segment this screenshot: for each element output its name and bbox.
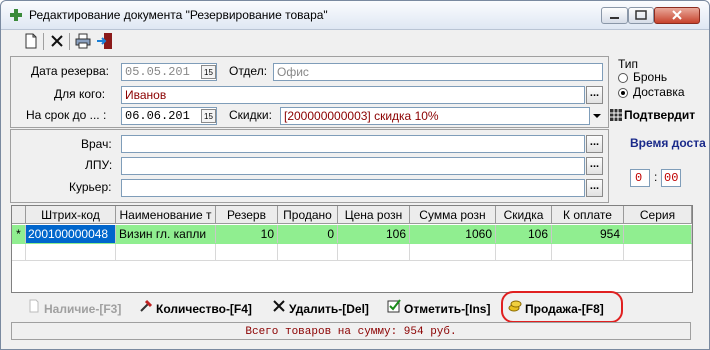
table-row[interactable] bbox=[12, 244, 692, 261]
column-header[interactable]: Резерв bbox=[216, 206, 278, 224]
price-cell[interactable]: 106 bbox=[338, 225, 410, 243]
calendar-icon[interactable]: 15 bbox=[201, 65, 216, 79]
courier-label: Курьер: bbox=[69, 180, 112, 194]
document-window: Редактирование документа "Резервирование… bbox=[0, 0, 710, 350]
sum-cell[interactable] bbox=[410, 244, 496, 261]
for-whom-ellipsis-button[interactable]: ... bbox=[586, 86, 603, 104]
to-pay-cell[interactable]: 954 bbox=[552, 225, 624, 243]
price-cell[interactable] bbox=[338, 244, 410, 261]
delivery-radio[interactable] bbox=[618, 88, 628, 98]
discount-label: Скидки: bbox=[229, 108, 272, 122]
table-row[interactable]: * 200100000048 Визин гл. капли 10 0 106 … bbox=[12, 225, 692, 244]
type-label: Тип bbox=[618, 57, 639, 71]
mark-button[interactable]: Отметить-[Ins] bbox=[387, 299, 490, 317]
availability-button-label: Наличие-[F3] bbox=[44, 302, 122, 316]
name-cell[interactable]: Визин гл. капли bbox=[116, 225, 216, 243]
barcode-cell[interactable]: 200100000048 bbox=[26, 225, 116, 243]
column-header[interactable]: Скидка bbox=[496, 206, 552, 224]
booking-radio-label[interactable]: Бронь bbox=[633, 70, 667, 84]
mark-button-label: Отметить-[Ins] bbox=[404, 302, 491, 316]
sold-cell[interactable] bbox=[278, 244, 338, 261]
calendar-icon[interactable]: 15 bbox=[201, 109, 216, 123]
sum-cell[interactable]: 1060 bbox=[410, 225, 496, 243]
reserve-cell[interactable] bbox=[216, 244, 278, 261]
window-title: Редактирование документа "Резервирование… bbox=[29, 8, 328, 22]
hammer-icon bbox=[140, 299, 153, 312]
reserve-date-label: Дата резерва: bbox=[31, 64, 109, 78]
quantity-button[interactable]: Количество-[F4] bbox=[139, 299, 252, 317]
column-header[interactable]: Штрих-код bbox=[26, 206, 116, 224]
lpu-label: ЛПУ: bbox=[85, 158, 113, 172]
courier-ellipsis-button[interactable]: ... bbox=[586, 179, 603, 197]
toolbar-separator bbox=[43, 33, 44, 50]
discount-cell[interactable]: 106 bbox=[496, 225, 552, 243]
doctor-label: Врач: bbox=[81, 137, 112, 151]
column-header[interactable]: К оплате bbox=[552, 206, 624, 224]
quantity-button-label: Количество-[F4] bbox=[156, 302, 252, 316]
courier-field[interactable] bbox=[121, 179, 585, 197]
delete-button[interactable]: Удалить-[Del] bbox=[272, 299, 369, 317]
title-bar[interactable]: Редактирование документа "Резервирование… bbox=[1, 1, 709, 30]
row-marker bbox=[12, 244, 26, 261]
delivery-minutes-field[interactable]: 00 bbox=[661, 169, 681, 187]
maximize-button[interactable] bbox=[628, 7, 654, 24]
discount-select[interactable]: [200000000003] скидка 10% bbox=[280, 107, 590, 125]
goods-table[interactable]: Штрих-код Наименование т Резерв Продано … bbox=[11, 205, 693, 293]
for-whom-label: Для кого: bbox=[54, 87, 106, 101]
series-cell[interactable] bbox=[624, 244, 692, 261]
doctor-field[interactable] bbox=[121, 135, 585, 153]
barcode-cell[interactable] bbox=[26, 244, 116, 261]
confirm-label[interactable]: Подтвердит bbox=[624, 108, 695, 122]
chevron-down-icon[interactable] bbox=[591, 107, 603, 125]
minimize-icon bbox=[610, 17, 619, 19]
printer-icon[interactable] bbox=[73, 31, 93, 51]
close-button[interactable] bbox=[654, 7, 700, 24]
lpu-ellipsis-button[interactable]: ... bbox=[586, 157, 603, 175]
minimize-button[interactable] bbox=[601, 7, 628, 24]
grid-icon bbox=[610, 109, 622, 121]
document-icon[interactable] bbox=[21, 31, 41, 51]
column-header[interactable]: Продано bbox=[278, 206, 338, 224]
column-header[interactable]: Сумма розн bbox=[410, 206, 496, 224]
status-bar: Всего товаров на сумму: 954 руб. bbox=[11, 322, 691, 340]
delivery-time-label: Время доста bbox=[630, 136, 706, 150]
maximize-icon bbox=[635, 10, 647, 20]
reserve-cell[interactable]: 10 bbox=[216, 225, 278, 243]
column-header[interactable]: Цена розн bbox=[338, 206, 410, 224]
for-whom-field[interactable]: Иванов bbox=[121, 86, 585, 104]
x-icon bbox=[273, 300, 285, 312]
discount-cell[interactable] bbox=[496, 244, 552, 261]
delete-button-label: Удалить-[Del] bbox=[289, 302, 369, 316]
time-separator: : bbox=[654, 170, 658, 184]
close-icon bbox=[672, 10, 682, 20]
delivery-radio-label[interactable]: Доставка bbox=[633, 85, 685, 99]
column-header[interactable]: Наименование т bbox=[116, 206, 216, 224]
checklist-icon bbox=[387, 299, 401, 313]
to-pay-cell[interactable] bbox=[552, 244, 624, 261]
doctor-ellipsis-button[interactable]: ... bbox=[586, 135, 603, 153]
app-cross-icon bbox=[10, 9, 22, 21]
document-icon bbox=[29, 299, 39, 313]
row-marker: * bbox=[12, 225, 26, 243]
availability-button[interactable]: Наличие-[F3] bbox=[27, 299, 121, 317]
name-cell[interactable] bbox=[116, 244, 216, 261]
series-cell[interactable] bbox=[624, 225, 692, 243]
sold-cell[interactable]: 0 bbox=[278, 225, 338, 243]
row-indicator-header bbox=[12, 206, 26, 224]
column-header[interactable]: Серия bbox=[624, 206, 692, 224]
exit-door-icon[interactable] bbox=[95, 31, 115, 51]
department-field[interactable]: Офис bbox=[273, 63, 603, 81]
department-label: Отдел: bbox=[229, 64, 268, 78]
term-label: На срок до ... : bbox=[26, 108, 107, 122]
lpu-field[interactable] bbox=[121, 157, 585, 175]
delivery-hours-field[interactable]: 0 bbox=[630, 169, 650, 187]
booking-radio[interactable] bbox=[618, 73, 628, 83]
highlight-ring bbox=[501, 291, 623, 323]
x-icon[interactable] bbox=[47, 31, 67, 51]
toolbar-separator bbox=[69, 33, 70, 50]
